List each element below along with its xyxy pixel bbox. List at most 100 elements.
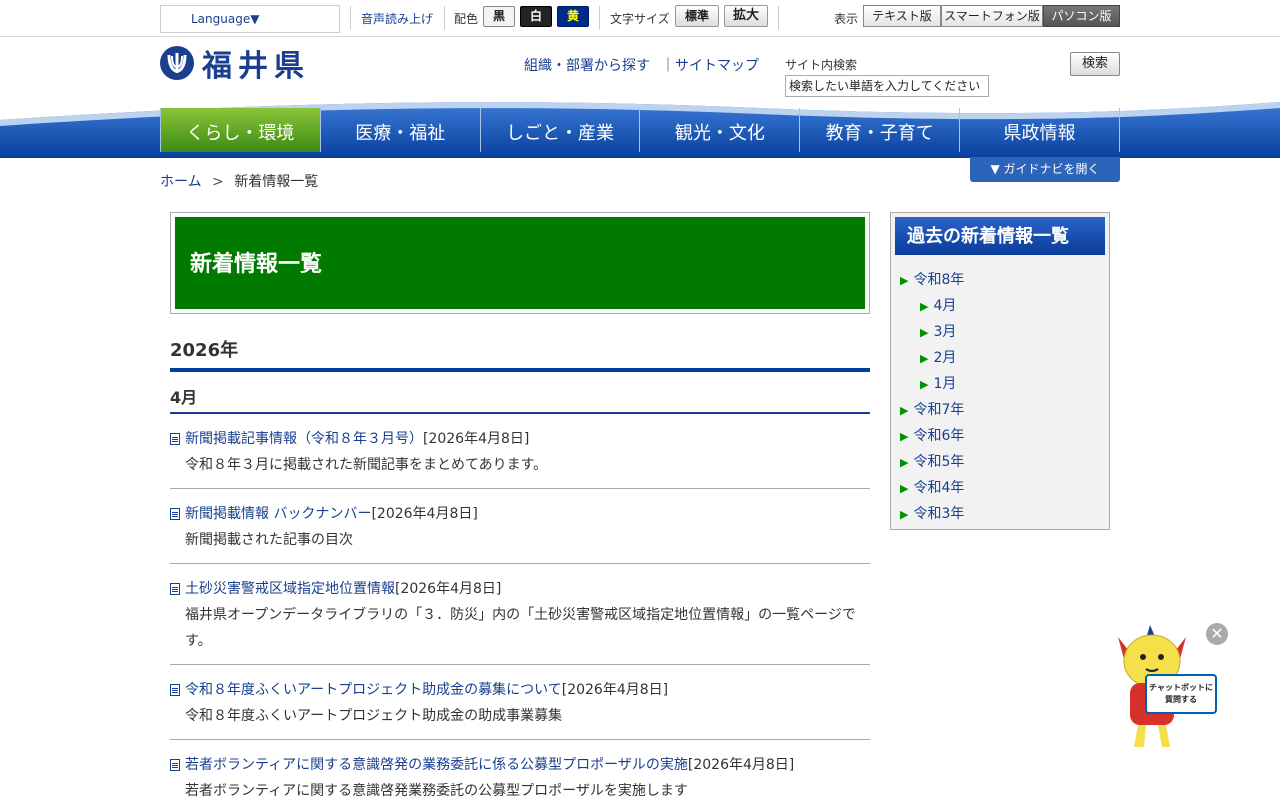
search-label: サイト内検索 [785, 58, 858, 72]
fontsize-large-button[interactable]: 拡大 [724, 5, 768, 27]
sidebar-item-label: 令和5年 [913, 454, 965, 470]
fontsize-normal-button[interactable]: 標準 [675, 5, 719, 27]
display-label: 表示 [834, 12, 859, 26]
nav-item-living[interactable]: くらし・環境 [160, 108, 320, 152]
sitemap-link[interactable]: サイトマップ [675, 55, 759, 75]
news-title-link[interactable]: 新聞掲載情報 バックナンバー [185, 506, 371, 522]
triangle-right-icon: ▶ [920, 326, 929, 339]
language-button[interactable]: Language▼ [160, 5, 340, 33]
breadcrumb-home-link[interactable]: ホーム [160, 174, 202, 190]
triangle-right-icon: ▶ [920, 352, 929, 365]
view-text-button[interactable]: テキスト版 [863, 5, 941, 27]
sidebar-item-label: 3月 [933, 324, 957, 340]
utility-bar: Language▼ 音声読み上げ 配色 黒 白 黄 文字サイズ 標準 拡大 表示… [0, 0, 1280, 37]
chatbot-sign[interactable]: チャットボットに 質問する [1145, 674, 1217, 714]
news-description: 新聞掲載された記事の目次 [185, 532, 353, 548]
fontsize-label: 文字サイズ [610, 12, 670, 26]
nav-item-tourism[interactable]: 観光・文化 [639, 108, 799, 152]
sidebar-item-year[interactable]: ▶ 令和6年 [900, 425, 964, 445]
news-item: 土砂災害警戒区域指定地位置情報[2026年4月8日] 福井県オープンデータライブ… [170, 564, 870, 665]
sidebar-item-month[interactable]: ▶ 2月 [920, 347, 956, 367]
sidebar-item-year[interactable]: ▶ 令和5年 [900, 451, 964, 471]
color-white-button[interactable]: 白 [520, 6, 552, 27]
org-search-link[interactable]: 組織・部署から探す [524, 55, 650, 75]
sidebar-item-year[interactable]: ▶ 令和7年 [900, 399, 964, 419]
news-title-link[interactable]: 若者ボランティアに関する意識啓発の業務委託に係る公募型プロポーザルの実施 [185, 757, 688, 773]
news-item: 新聞掲載記事情報（令和８年３月号）[2026年4月8日] 令和８年３月に掲載され… [170, 414, 870, 489]
sidebar-item-label: 令和3年 [913, 506, 965, 522]
divider [350, 6, 351, 30]
news-description: 福井県オープンデータライブラリの「３．防災」内の「土砂災害警戒区域指定地位置情報… [185, 607, 856, 649]
sidebar-item-label: 1月 [933, 376, 957, 392]
sidebar-item-label: 2月 [933, 350, 957, 366]
document-icon [170, 583, 180, 595]
divider [599, 6, 600, 30]
news-date: [2026年4月8日] [371, 506, 478, 522]
nav-item-government[interactable]: 県政情報 [959, 108, 1120, 152]
site-logo[interactable]: 福井県 [160, 41, 310, 85]
news-title-link[interactable]: 新聞掲載記事情報（令和８年３月号） [185, 431, 423, 447]
main-nav: くらし・環境 医療・福祉 しごと・産業 観光・文化 教育・子育て 県政情報 [160, 108, 1120, 152]
triangle-right-icon: ▶ [900, 482, 909, 495]
nav-item-work[interactable]: しごと・産業 [479, 108, 640, 152]
chatbot-sign-text: チャットボットに [1149, 683, 1213, 692]
page-title: 新着情報一覧 [175, 217, 865, 309]
news-item: 新聞掲載情報 バックナンバー[2026年4月8日] 新聞掲載された記事の目次 [170, 489, 870, 564]
archive-sidebar: 過去の新着情報一覧 ▶ 令和8年 ▶ 4月 ▶ 3月 ▶ 2月 ▶ 1月 ▶ 令和7年 ▶ 令… [890, 212, 1110, 530]
triangle-right-icon: ▶ [920, 300, 929, 313]
sidebar-item-label: 令和8年 [913, 272, 965, 288]
document-icon [170, 759, 180, 771]
main-content: 新着情報一覧 2026年 4月 新聞掲載記事情報（令和８年３月号）[2026年4… [170, 212, 870, 800]
nav-item-medical[interactable]: 医療・福祉 [319, 108, 480, 152]
news-title-link[interactable]: 土砂災害警戒区域指定地位置情報 [185, 581, 395, 597]
chatbot-close-icon[interactable]: ✕ [1206, 623, 1228, 645]
search-input[interactable] [785, 75, 989, 97]
triangle-right-icon: ▶ [900, 404, 909, 417]
link-separator: ｜ [661, 58, 675, 74]
search-button[interactable]: 検索 [1070, 52, 1120, 76]
news-date: [2026年4月8日] [395, 581, 502, 597]
sidebar-item-year[interactable]: ▶ 令和8年 [900, 269, 964, 289]
sidebar-item-label: 4月 [933, 298, 957, 314]
chatbot-sign-text: 質問する [1165, 695, 1197, 704]
triangle-right-icon: ▶ [900, 456, 909, 469]
sidebar-item-year[interactable]: ▶ 令和4年 [900, 477, 964, 497]
news-date: [2026年4月8日] [687, 757, 795, 773]
color-yellow-button[interactable]: 黄 [557, 6, 589, 27]
news-date: [2026年4月8日] [561, 682, 669, 698]
divider [444, 6, 445, 30]
nav-item-education[interactable]: 教育・子育て [799, 108, 959, 152]
read-aloud-link[interactable]: 音声読み上げ [361, 10, 433, 27]
news-description: 若者ボランティアに関する意識啓発業務委託の公募型プロポーザルを実施します [185, 783, 688, 799]
view-pc-button[interactable]: パソコン版 [1043, 5, 1120, 27]
triangle-right-icon: ▶ [900, 508, 909, 521]
month-heading: 4月 [170, 384, 870, 414]
sidebar-item-label: 令和4年 [913, 480, 965, 496]
divider [778, 6, 779, 30]
prefecture-emblem-icon [160, 46, 194, 80]
news-item: 若者ボランティアに関する意識啓発の業務委託に係る公募型プロポーザルの実施[202… [170, 740, 870, 800]
sidebar-title: 過去の新着情報一覧 [895, 217, 1105, 255]
document-icon [170, 508, 180, 520]
breadcrumb-separator: > [212, 174, 224, 190]
breadcrumb: ホーム > 新着情報一覧 [160, 171, 318, 191]
sidebar-item-month[interactable]: ▶ 4月 [920, 295, 956, 315]
triangle-right-icon: ▶ [920, 378, 929, 391]
sidebar-item-month[interactable]: ▶ 1月 [920, 373, 956, 393]
sidebar-item-label: 令和7年 [913, 402, 965, 418]
news-description: 令和８年３月に掲載された新聞記事をまとめてあります。 [185, 457, 548, 473]
breadcrumb-current: 新着情報一覧 [234, 174, 319, 190]
page-title-box: 新着情報一覧 [170, 212, 870, 314]
sidebar-item-month[interactable]: ▶ 3月 [920, 321, 956, 341]
sidebar-item-year[interactable]: ▶ 令和3年 [900, 503, 964, 523]
news-description: 令和８年度ふくいアートプロジェクト助成金の助成事業募集 [185, 708, 563, 724]
news-title-link[interactable]: 令和８年度ふくいアートプロジェクト助成金の募集について [185, 682, 562, 698]
color-black-button[interactable]: 黒 [483, 6, 515, 27]
news-item: 令和８年度ふくいアートプロジェクト助成金の募集について[2026年4月8日] 令… [170, 665, 870, 740]
document-icon [170, 684, 180, 696]
triangle-right-icon: ▶ [900, 430, 909, 443]
view-smartphone-button[interactable]: スマートフォン版 [941, 5, 1043, 27]
year-heading: 2026年 [170, 336, 870, 372]
color-label: 配色 [454, 12, 479, 26]
guide-navi-button[interactable]: ▼ ガイドナビを開く [970, 157, 1120, 182]
